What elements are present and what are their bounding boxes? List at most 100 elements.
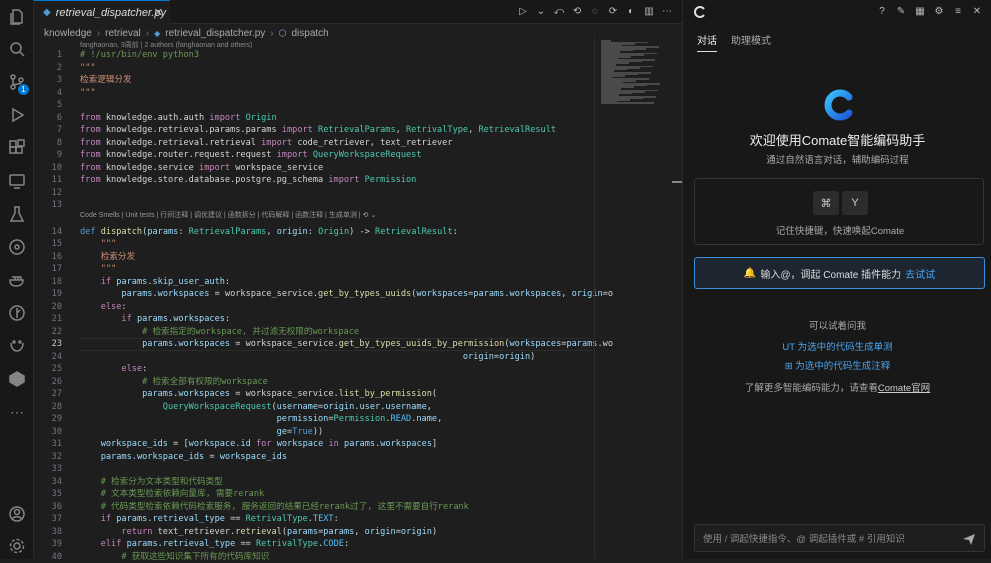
code-line[interactable]: 25 else:	[34, 363, 594, 376]
history-list-icon[interactable]: ≡	[951, 4, 965, 18]
code-line[interactable]: 7from knowledge.retrieval.params.params …	[34, 124, 594, 137]
line-text[interactable]: if params.retrieval_type == RetrivalType…	[80, 513, 339, 526]
code-line[interactable]: 35 # 文本类型检索依赖向量库, 需要rerank	[34, 488, 594, 501]
code-line[interactable]: 36 # 代码类型检索依赖代码检索服务, 服务返回的结果已经rerank过了, …	[34, 501, 594, 514]
line-text[interactable]: 检索分发	[80, 251, 135, 264]
line-text[interactable]: if params.workspaces:	[80, 313, 230, 326]
code-line[interactable]: 32 params.workspace_ids = workspace_ids	[34, 451, 594, 464]
plugin-tip-banner[interactable]: 🔔 输入@，调起 Comate 插件能力 去试试	[694, 257, 985, 289]
docker-icon[interactable]	[7, 270, 27, 290]
editor-more-icon[interactable]: ⋯	[660, 4, 674, 18]
extensions-icon[interactable]	[7, 138, 27, 158]
split-editor-icon[interactable]: ▥	[642, 4, 656, 18]
line-text[interactable]: # 检索分为文本类型和代码类型	[80, 476, 223, 489]
explorer-icon[interactable]	[7, 7, 27, 27]
more-icon[interactable]: ⋯	[7, 402, 27, 422]
code-line[interactable]: 21 if params.workspaces:	[34, 313, 594, 326]
code-line[interactable]: 10from knowledge.service import workspac…	[34, 162, 594, 175]
code-line[interactable]: 16 检索分发	[34, 251, 594, 264]
suggestion-comment[interactable]: ⊞ 为选中的代码生成注释	[683, 358, 991, 372]
line-text[interactable]: """	[80, 238, 116, 251]
help-icon[interactable]: ?	[875, 4, 889, 18]
line-text[interactable]: params.workspaces = workspace_service.ge…	[80, 338, 613, 351]
run-debug-icon[interactable]	[7, 105, 27, 125]
line-text[interactable]: """	[80, 263, 116, 276]
line-text[interactable]: """	[80, 62, 96, 75]
try-it-link[interactable]: 去试试	[905, 266, 935, 281]
line-text[interactable]: def dispatch(params: RetrievalParams, or…	[80, 226, 458, 239]
line-text[interactable]: """	[80, 87, 96, 100]
breadcrumb-item-symbol[interactable]: dispatch	[292, 28, 329, 39]
run-file-icon[interactable]: ▷	[516, 4, 530, 18]
line-text[interactable]: if params.skip_user_auth:	[80, 276, 230, 289]
line-text[interactable]: from knowledge.retrieval.params.params i…	[80, 124, 556, 137]
feedback-icon[interactable]: ✎	[894, 4, 908, 18]
suggestion-unit-test[interactable]: UT 为选中的代码生成单测	[683, 339, 991, 353]
code-line[interactable]: 26 # 检索全部有权限的workspace	[34, 376, 594, 389]
forward-icon[interactable]: ⟳	[606, 4, 620, 18]
line-text[interactable]: params.workspaces = workspace_service.li…	[80, 388, 437, 401]
chat-input-box[interactable]	[694, 524, 985, 552]
breadcrumb-item-file[interactable]: retrieval_dispatcher.py	[165, 28, 265, 39]
gitlens-icon[interactable]	[7, 237, 27, 257]
code-line[interactable]: 4"""	[34, 87, 594, 100]
breadcrumb-item-knowledge[interactable]: knowledge	[44, 28, 92, 39]
code-lens-actions[interactable]: Code Smells | Unit tests | 行间注释 | 调优建议 |…	[80, 210, 376, 220]
code-line[interactable]: 39 elif params.retrieval_type == Retriva…	[34, 538, 594, 551]
line-text[interactable]: workspace_ids = [workspace.id for worksp…	[80, 438, 437, 451]
code-line[interactable]: 12	[34, 187, 594, 200]
line-text[interactable]: from knowledge.auth.auth import Origin	[80, 112, 277, 125]
comate-icon[interactable]	[7, 369, 27, 389]
line-text[interactable]: from knowledge.service import workspace_…	[80, 162, 323, 175]
comate-website-link[interactable]: Comate官网	[878, 383, 930, 394]
line-text[interactable]: # 检索全部有权限的workspace	[80, 376, 268, 389]
line-text[interactable]: origin=origin)	[80, 351, 535, 364]
line-text[interactable]: # 代码类型检索依赖代码检索服务, 服务返回的结果已经rerank过了, 这里不…	[80, 501, 469, 514]
code-lens-text[interactable]: Code Smells | Unit tests | 行间注释 | 调优建议 |…	[80, 212, 361, 219]
search-icon[interactable]	[7, 39, 27, 59]
tab-assistant-mode[interactable]: 助理模式	[731, 32, 771, 52]
comate-lens-icon[interactable]: ⟲ ⌄	[363, 212, 377, 219]
code-line[interactable]: 5	[34, 99, 594, 112]
code-line[interactable]: 40 # 获取这些知识集下所有的代码库知识	[34, 551, 594, 563]
code-line[interactable]: 23 params.workspaces = workspace_service…	[34, 338, 594, 351]
code-line[interactable]: 8from knowledge.retrieval.retrieval impo…	[34, 137, 594, 150]
run-dropdown-icon[interactable]: ⌄	[534, 4, 548, 18]
scrollbar-marker[interactable]	[672, 181, 682, 183]
smile-icon[interactable]	[7, 336, 27, 356]
timeline-icon[interactable]: ◌	[588, 4, 602, 18]
code-line[interactable]: 3检索逻辑分发	[34, 74, 594, 87]
code-line[interactable]: 1# !/usr/bin/env python3	[34, 49, 594, 62]
line-text[interactable]: QueryWorkspaceRequest(username=origin.us…	[80, 401, 432, 414]
account-icon[interactable]	[7, 504, 27, 524]
open-changes-icon[interactable]: ⤺	[552, 4, 566, 18]
line-text[interactable]: else:	[80, 301, 127, 314]
tab-retrieval-dispatcher[interactable]: ◆ retrieval_dispatcher.py ✕	[34, 0, 170, 24]
code-line[interactable]: 24 origin=origin)	[34, 351, 594, 364]
breadcrumb-item-retrieval[interactable]: retrieval	[105, 28, 141, 39]
line-text[interactable]: else:	[80, 363, 147, 376]
line-text[interactable]: from knowledge.store.database.postgre.pg…	[80, 174, 416, 187]
git-graph-icon[interactable]	[7, 303, 27, 323]
chat-input[interactable]	[703, 531, 953, 547]
timeline-back-icon[interactable]: ⟲	[570, 4, 584, 18]
code-line[interactable]: 17 """	[34, 263, 594, 276]
code-line[interactable]: 11from knowledge.store.database.postgre.…	[34, 174, 594, 187]
code-line[interactable]: 34 # 检索分为文本类型和代码类型	[34, 476, 594, 489]
line-text[interactable]: 检索逻辑分发	[80, 74, 132, 87]
code-line[interactable]: 18 if params.skip_user_auth:	[34, 276, 594, 289]
code-line[interactable]: 37 if params.retrieval_type == RetrivalT…	[34, 513, 594, 526]
code-line[interactable]: 29 permission=Permission.READ.name,	[34, 413, 594, 426]
tab-chat[interactable]: 对话	[697, 32, 717, 52]
code-line[interactable]: 19 params.workspaces = workspace_service…	[34, 288, 594, 301]
send-icon[interactable]	[962, 532, 976, 546]
code-line[interactable]: 33	[34, 463, 594, 476]
line-text[interactable]: # 检索指定的workspace, 并过滤无权限的workspace	[80, 326, 359, 339]
line-text[interactable]: elif params.retrieval_type == RetrivalTy…	[80, 538, 349, 551]
code-line[interactable]: 15 """	[34, 238, 594, 251]
compare-icon[interactable]: ◐	[624, 4, 638, 18]
line-text[interactable]: # 文本类型检索依赖向量库, 需要rerank	[80, 488, 264, 501]
line-text[interactable]: return text_retriever.retrieval(params=p…	[80, 526, 437, 539]
code-line[interactable]: 38 return text_retriever.retrieval(param…	[34, 526, 594, 539]
line-text[interactable]: ge=True))	[80, 426, 323, 439]
